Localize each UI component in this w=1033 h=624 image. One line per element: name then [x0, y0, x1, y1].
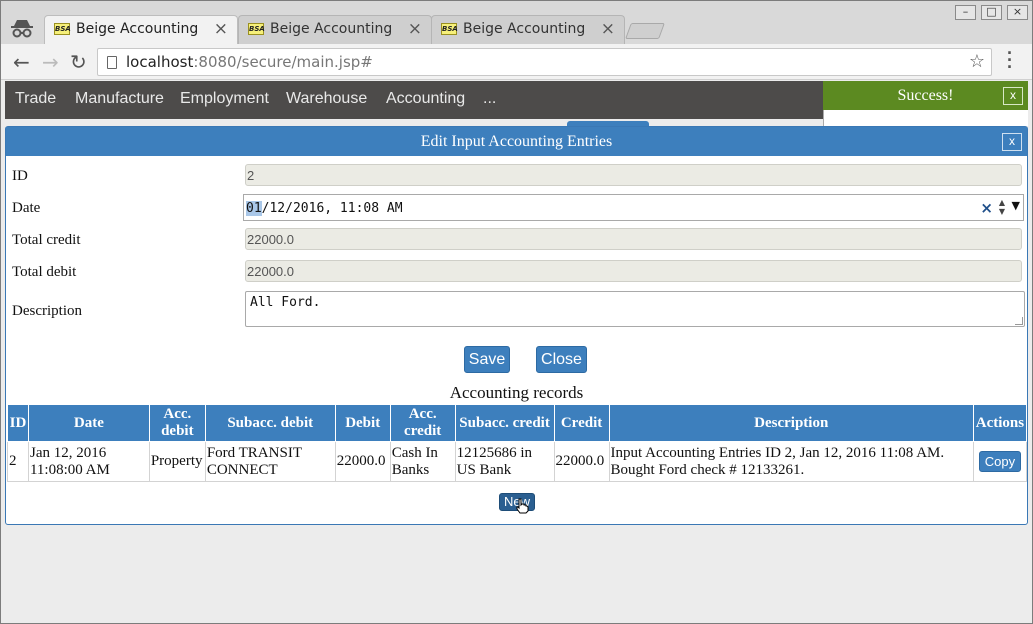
app-nav: Trade Manufacture Employment Warehouse A…: [5, 81, 823, 119]
tab-title: Beige Accounting: [76, 21, 199, 37]
tab-close-icon[interactable]: ×: [408, 19, 422, 39]
new-tab-button[interactable]: [625, 23, 665, 39]
minimize-button[interactable]: –: [955, 5, 976, 20]
cell-credit: 22000.0: [553, 441, 610, 482]
nav-trade[interactable]: Trade: [15, 90, 56, 108]
address-bar[interactable]: localhost:8080/secure/main.jsp# ☆: [97, 48, 992, 76]
edit-dialog: Edit Input Accounting Entries x ID 2 Dat…: [5, 126, 1028, 525]
col-id: ID: [7, 404, 29, 442]
cell-acc-credit: Cash In Banks: [389, 441, 456, 482]
back-arrow-icon[interactable]: ←: [13, 50, 30, 74]
cell-date: Jan 12, 2016 11:08:00 AM: [27, 441, 150, 482]
close-button[interactable]: Close: [536, 346, 587, 373]
cell-id: 2: [7, 441, 29, 482]
notification-body: [823, 110, 1028, 126]
date-input[interactable]: 01/12/2016, 11:08 AM × ▲ ▼ ▼: [243, 194, 1024, 221]
table-row: 2 Jan 12, 2016 11:08:00 AM Property Ford…: [7, 441, 1028, 482]
favicon-icon: BSA: [54, 23, 71, 35]
save-button[interactable]: Save: [464, 346, 510, 373]
col-date: Date: [27, 404, 150, 442]
id-label: ID: [12, 168, 28, 184]
total-credit-field: 22000.0: [245, 228, 1022, 250]
cell-subacc-credit: 12125686 in US Bank: [454, 441, 555, 482]
reload-icon[interactable]: ↻: [70, 50, 87, 74]
notification-message: Success!: [897, 87, 954, 104]
date-dropdown-icon[interactable]: ▼: [1012, 199, 1020, 212]
col-description: Description: [608, 404, 974, 442]
nav-accounting[interactable]: Accounting: [386, 90, 465, 108]
date-label: Date: [12, 200, 41, 216]
window-close-button[interactable]: ×: [1007, 5, 1028, 20]
tab-close-icon[interactable]: ×: [214, 19, 228, 39]
forward-arrow-icon[interactable]: →: [42, 50, 59, 74]
table-header-row: ID Date Acc. debit Subacc. debit Debit A…: [7, 404, 1028, 442]
cell-subacc-debit: Ford TRANSIT CONNECT: [204, 441, 336, 482]
col-credit: Credit: [553, 404, 610, 442]
hand-cursor-icon: [516, 498, 529, 514]
bookmark-star-icon[interactable]: ☆: [969, 51, 985, 72]
cell-description: Input Accounting Entries ID 2, Jan 12, 2…: [608, 441, 974, 482]
dialog-title: Edit Input Accounting Entries: [6, 127, 1027, 156]
resize-handle[interactable]: [1015, 317, 1023, 325]
cell-actions: Copy: [972, 441, 1028, 482]
records-title: Accounting records: [449, 383, 584, 402]
browser-tab-2[interactable]: BSA Beige Accounting ×: [238, 15, 432, 44]
nav-warehouse[interactable]: Warehouse: [286, 90, 367, 108]
col-acc-credit: Acc. credit: [389, 404, 456, 442]
favicon-icon: BSA: [248, 23, 265, 35]
dialog-close-button[interactable]: x: [1002, 133, 1022, 151]
col-subacc-debit: Subacc. debit: [204, 404, 336, 442]
notification-close-button[interactable]: x: [1003, 87, 1023, 105]
col-acc-debit: Acc. debit: [148, 404, 206, 442]
browser-tab-3[interactable]: BSA Beige Accounting ×: [431, 15, 625, 44]
date-spinner-icon[interactable]: ▲ ▼: [999, 198, 1005, 216]
browser-tab-strip: BSA Beige Accounting × BSA Beige Account…: [0, 0, 1033, 44]
col-debit: Debit: [334, 404, 391, 442]
favicon-icon: BSA: [441, 23, 458, 35]
incognito-icon: [11, 20, 33, 38]
browser-menu-icon[interactable]: · · ·: [1004, 44, 1016, 76]
date-clear-icon[interactable]: ×: [980, 199, 993, 217]
date-rest: /12/2016, 11:08 AM: [261, 201, 403, 216]
col-subacc-credit: Subacc. credit: [454, 404, 555, 442]
total-debit-field: 22000.0: [245, 260, 1022, 282]
id-field: 2: [245, 164, 1022, 186]
tab-close-icon[interactable]: ×: [601, 19, 615, 39]
page-icon: [107, 56, 117, 69]
nav-employment[interactable]: Employment: [180, 90, 269, 108]
total-debit-label: Total debit: [12, 264, 77, 280]
records-table: ID Date Acc. debit Subacc. debit Debit A…: [7, 404, 1028, 482]
cell-debit: 22000.0: [334, 441, 391, 482]
nav-manufacture[interactable]: Manufacture: [75, 90, 164, 108]
cell-acc-debit: Property: [148, 441, 206, 482]
date-month-segment[interactable]: 01: [246, 201, 262, 216]
nav-more[interactable]: ...: [483, 90, 496, 108]
col-actions: Actions: [972, 404, 1028, 442]
url-text: localhost:8080/secure/main.jsp#: [126, 53, 373, 71]
maximize-button[interactable]: □: [981, 5, 1002, 20]
copy-button[interactable]: Copy: [978, 451, 1022, 472]
success-notification: Success! x: [823, 81, 1028, 110]
description-label: Description: [12, 303, 82, 319]
total-credit-label: Total credit: [12, 232, 81, 248]
tab-title: Beige Accounting: [270, 21, 393, 37]
browser-tab-1[interactable]: BSA Beige Accounting ×: [44, 15, 238, 44]
tab-title: Beige Accounting: [463, 21, 586, 37]
browser-toolbar: ← → ↻ localhost:8080/secure/main.jsp# ☆: [0, 44, 1033, 80]
description-textarea[interactable]: All Ford.: [245, 291, 1025, 327]
